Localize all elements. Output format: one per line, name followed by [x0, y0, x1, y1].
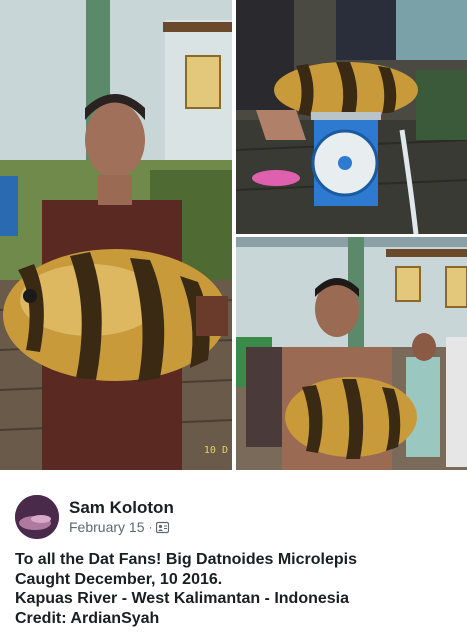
photo-collage: 10 D: [0, 0, 467, 471]
photo-date-stamp: 10 D: [203, 445, 228, 456]
post-author-name[interactable]: Sam Koloton: [69, 498, 174, 518]
author-avatar[interactable]: [15, 495, 59, 539]
post-meta: February 15 ·: [69, 519, 170, 535]
post-message-line: To all the Dat Fans! Big Datnoides Micro…: [15, 551, 357, 568]
photo-tr-illustration: [236, 0, 467, 234]
photo-fish-on-scale[interactable]: [236, 0, 467, 234]
photo-man-holding-fish-left[interactable]: 10 D: [0, 0, 232, 470]
post-date[interactable]: February 15: [69, 519, 144, 535]
post-card: Sam Koloton February 15 · To all the Dat…: [0, 471, 467, 640]
photo-left-illustration: [0, 0, 232, 470]
friends-icon: [156, 521, 170, 533]
photo-br-illustration: [236, 237, 467, 470]
post-message: To all the Dat Fans! Big Datnoides Micro…: [15, 550, 460, 628]
avatar-image: [15, 495, 59, 539]
post-message-line: Caught December, 10 2016.: [15, 570, 223, 588]
post-message-line: Credit: ArdianSyah: [15, 609, 160, 627]
meta-separator: ·: [148, 520, 153, 534]
photo-man-holding-fish-right[interactable]: [236, 237, 467, 470]
post-message-line: Kapuas River - West Kalimantan - Indones…: [15, 590, 350, 607]
